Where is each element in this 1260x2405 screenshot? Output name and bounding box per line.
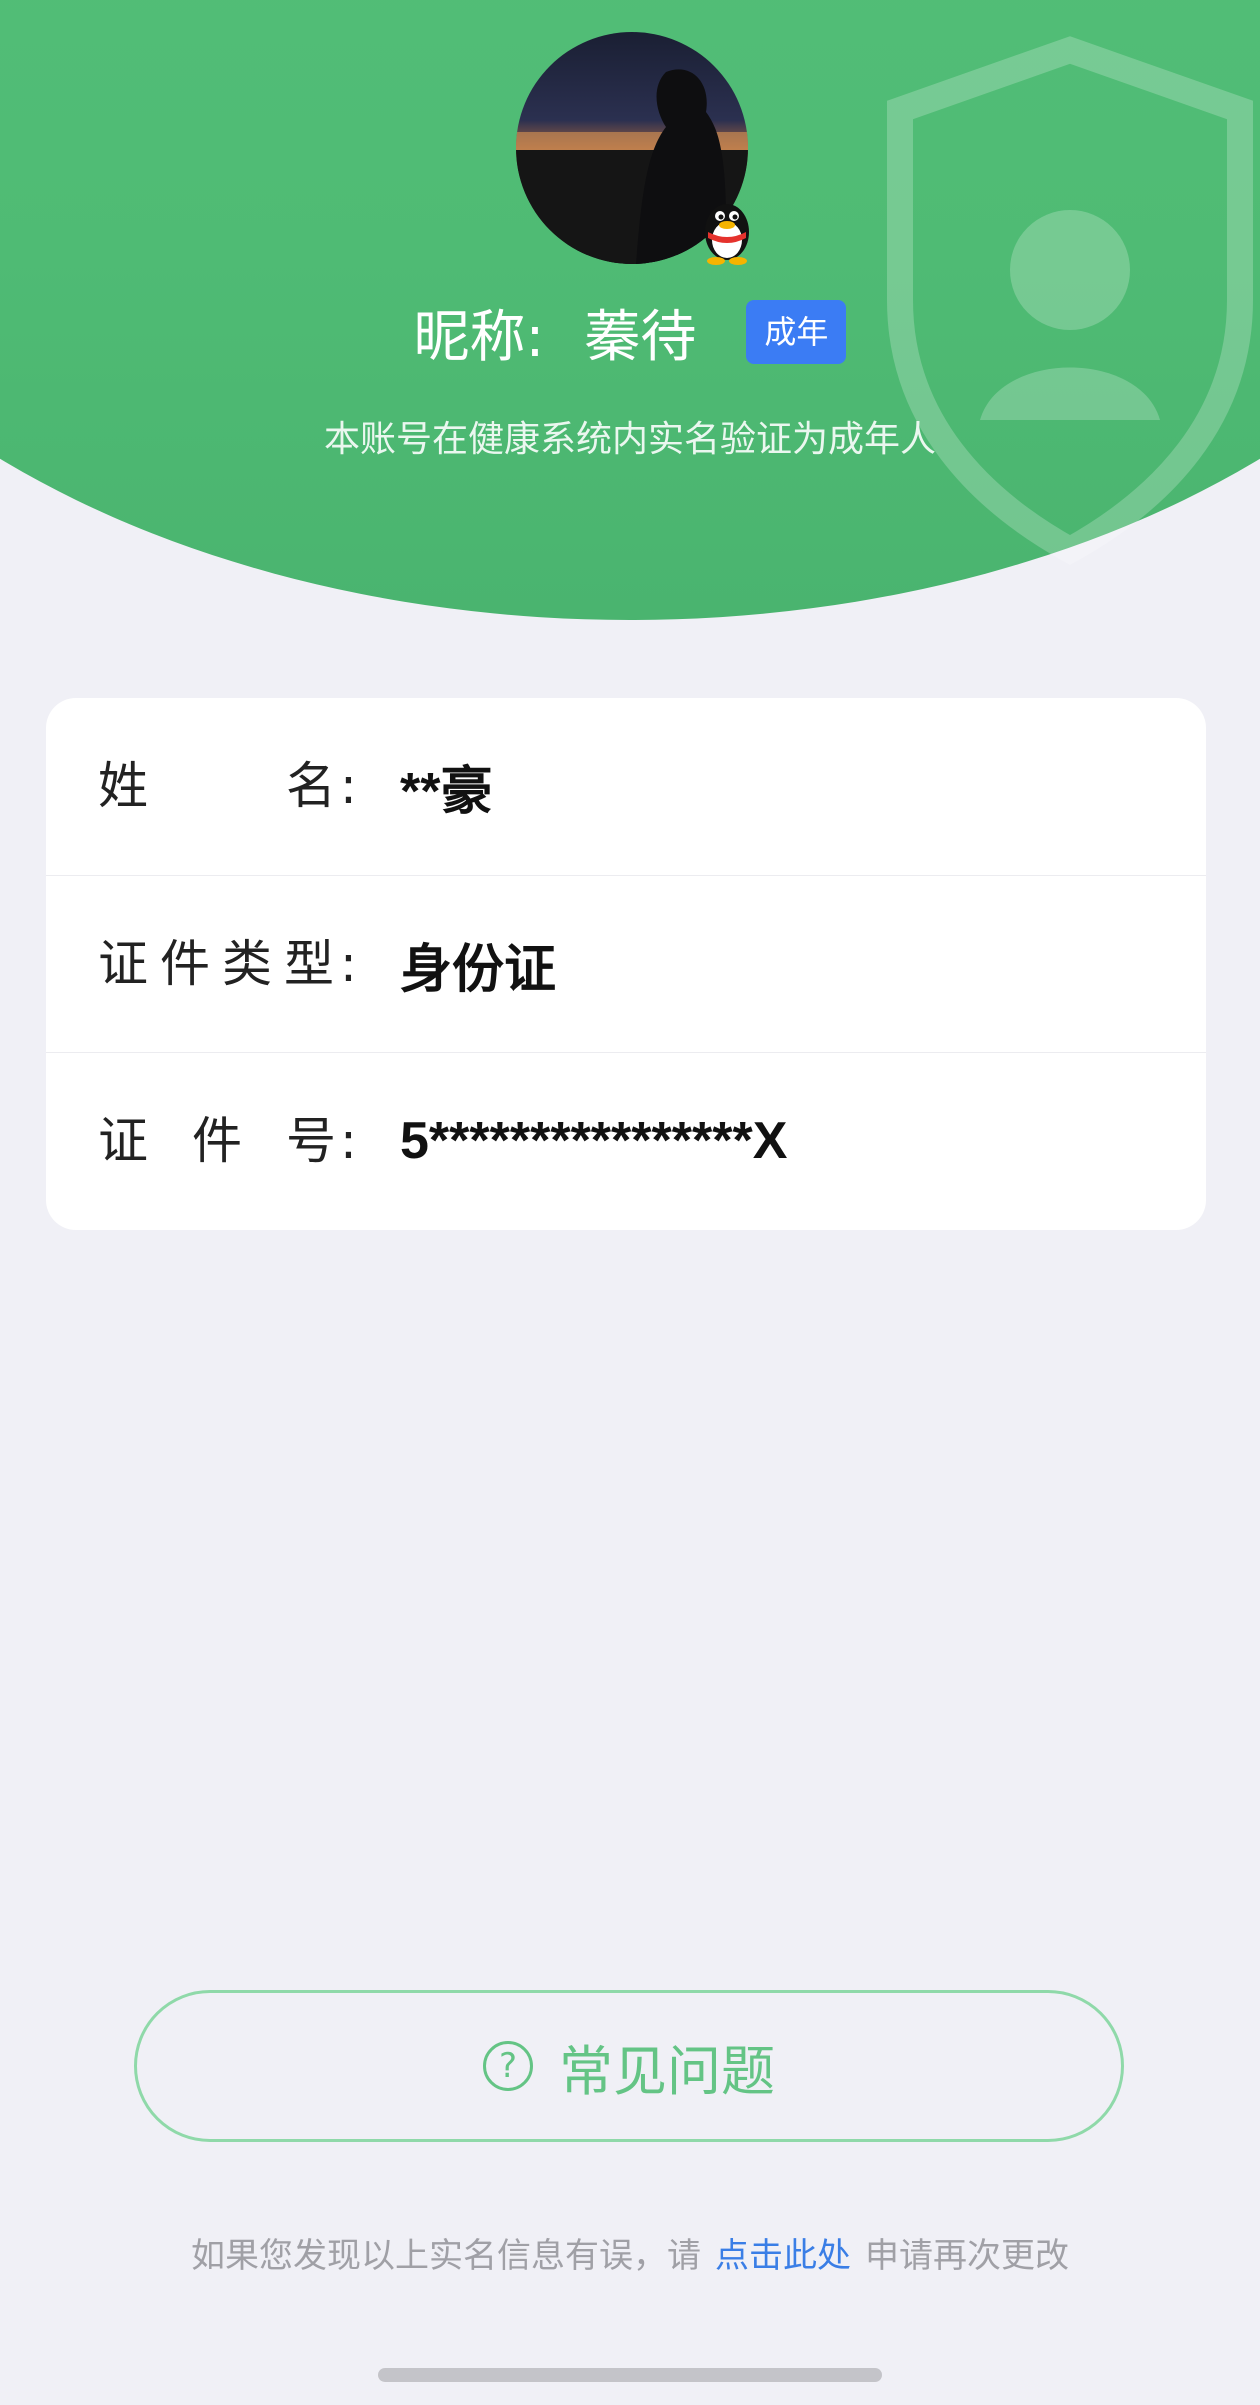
verification-status-text: 本账号在健康系统内实名验证为成年人 (323, 419, 936, 460)
label-char: : (340, 935, 357, 993)
label-char: 号 (286, 1112, 336, 1170)
label-char: 型 (284, 935, 334, 993)
correction-note-prefix: 如果您发现以上实名信息有误，请 (191, 2236, 701, 2276)
qq-penguin-icon (705, 204, 749, 265)
info-value-id-number: 5****************X (400, 1112, 788, 1170)
label-char: 件 (160, 935, 210, 993)
nickname-value: 蓁待 (584, 304, 697, 370)
label-char: 证 (98, 935, 148, 993)
question-circle-icon: ? (483, 2041, 533, 2091)
label-char: : (340, 757, 357, 815)
nickname-row: 昵称: 蓁待 成年 (0, 292, 1260, 372)
label-char: 姓 (98, 757, 148, 815)
info-row-id-number: 证 件 号 : 5****************X (46, 1052, 1206, 1229)
info-value-name: **豪 (400, 763, 493, 821)
info-value-id-type: 身份证 (400, 940, 557, 999)
faq-button[interactable]: ? 常见问题 (134, 1990, 1124, 2142)
profile-header: 昵称: 蓁待 成年 本账号在健康系统内实名验证为成年人 (0, 0, 1260, 620)
faq-button-label: 常见问题 (559, 2039, 775, 2103)
label-char: 证 (98, 1112, 148, 1170)
nickname-label: 昵称: (413, 304, 545, 370)
info-row-name: 姓 名 : **豪 (46, 698, 1206, 875)
home-indicator[interactable] (378, 2368, 882, 2382)
label-char: : (340, 1112, 357, 1170)
label-char: 件 (192, 1112, 242, 1170)
label-char: 类 (222, 935, 272, 993)
age-status-badge: 成年 (746, 300, 847, 364)
correction-note-suffix: 申请再次更改 (865, 2236, 1069, 2276)
label-char: 名 (286, 757, 336, 815)
real-name-info-card: 姓 名 : **豪 证 件 类 型 : 身份证 证 件 号 : 5*******… (46, 698, 1206, 1230)
correction-note: 如果您发现以上实名信息有误，请 点击此处 申请再次更改 (0, 2228, 1260, 2277)
info-row-id-type: 证 件 类 型 : 身份证 (46, 875, 1206, 1052)
correction-link[interactable]: 点击此处 (715, 2236, 851, 2276)
